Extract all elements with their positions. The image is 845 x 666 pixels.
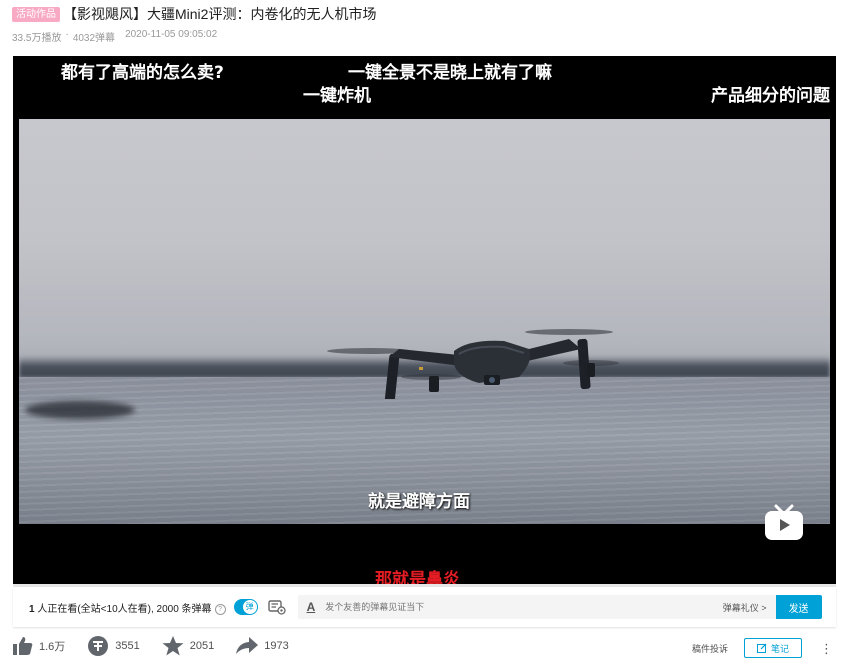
viewers-info: 1 人正在看(全站<10人在看), 2000 条弹幕? [29, 600, 226, 615]
play-count: 33.5万播放 [12, 33, 62, 44]
danmaku-5[interactable]: 那就是鼻炎 [375, 565, 460, 586]
share-button[interactable]: 1973 [236, 637, 289, 655]
report-link[interactable]: 稿件投诉 [692, 642, 728, 655]
note-button[interactable]: 笔记 [744, 638, 802, 658]
note-icon [756, 643, 767, 653]
favorite-button[interactable]: 2051 [162, 636, 214, 656]
danmaku-input-box: A 弹幕礼仪 > [297, 595, 776, 619]
meta-separator: · [65, 29, 69, 40]
danmaku-4[interactable]: 产品细分的问题 [711, 81, 830, 106]
star-icon [162, 636, 184, 656]
like-icon [13, 637, 33, 655]
danmaku-2[interactable]: 一键全景不是晓上就有了嘛 [348, 58, 552, 83]
video-boat [25, 401, 135, 419]
coin-count: 3551 [115, 640, 140, 652]
more-icon[interactable]: ⋮ [820, 642, 833, 655]
danmaku-settings-icon[interactable] [267, 599, 286, 615]
like-count: 1.6万 [39, 641, 66, 653]
danmaku-3[interactable]: 一键炸机 [303, 81, 371, 106]
video-title: 【影视飓风】大疆Mini2评测：内卷化的无人机市场 [63, 6, 377, 22]
video-player[interactable]: 都有了高端的怎么卖? 一键全景不是晓上就有了嘛 一键炸机 产品细分的问题 就是避… [13, 56, 836, 586]
danmaku-toggle-label: 弹 [242, 600, 257, 614]
viewers-count: 1 [29, 603, 35, 615]
coin-button[interactable]: 3551 [87, 636, 140, 656]
danmaku-input[interactable] [323, 601, 723, 613]
like-button[interactable]: 1.6万 [13, 637, 65, 655]
danmaku-control-bar: 1 人正在看(全站<10人在看), 2000 条弹幕? 弹 A 弹幕礼仪 > 发… [13, 587, 836, 627]
danmaku-1[interactable]: 都有了高端的怎么卖? [61, 58, 224, 83]
publish-date: 2020-11-05 09:05:02 [125, 29, 218, 40]
danmaku-etiquette-link[interactable]: 弹幕礼仪 > [723, 601, 767, 614]
video-frame[interactable] [19, 119, 830, 524]
right-actions: 稿件投诉 笔记 ⋮ [692, 638, 833, 658]
tv-logo-icon[interactable] [763, 504, 805, 542]
help-icon[interactable]: ? [214, 603, 226, 615]
video-subtitle: 就是避障方面 [368, 492, 470, 512]
danmaku-toggle[interactable]: 弹 [233, 599, 258, 615]
video-meta: 33.5万播放 · 4032弹幕 2020-11-05 09:05:02 [12, 29, 835, 44]
send-button[interactable]: 发送 [775, 595, 822, 619]
share-count: 1973 [264, 640, 289, 652]
favorite-count: 2051 [189, 640, 215, 652]
activity-tag[interactable]: 活动作品 [12, 6, 60, 22]
video-header: 活动作品 【影视飓风】大疆Mini2评测：内卷化的无人机市场 33.5万播放 ·… [12, 5, 835, 44]
coin-icon [88, 636, 109, 656]
action-bar: 1.6万 3551 2051 1973 [13, 636, 311, 656]
danmaku-count: 4032弹幕 [72, 33, 116, 44]
share-icon [236, 637, 259, 654]
title-row: 活动作品 【影视飓风】大疆Mini2评测：内卷化的无人机市场 [12, 5, 835, 23]
note-label: 笔记 [770, 643, 789, 654]
viewers-text: 人正在看(全站<10人在看), 2000 条弹幕 [37, 603, 212, 615]
font-style-icon[interactable]: A [307, 600, 316, 614]
drone-image [327, 329, 619, 399]
